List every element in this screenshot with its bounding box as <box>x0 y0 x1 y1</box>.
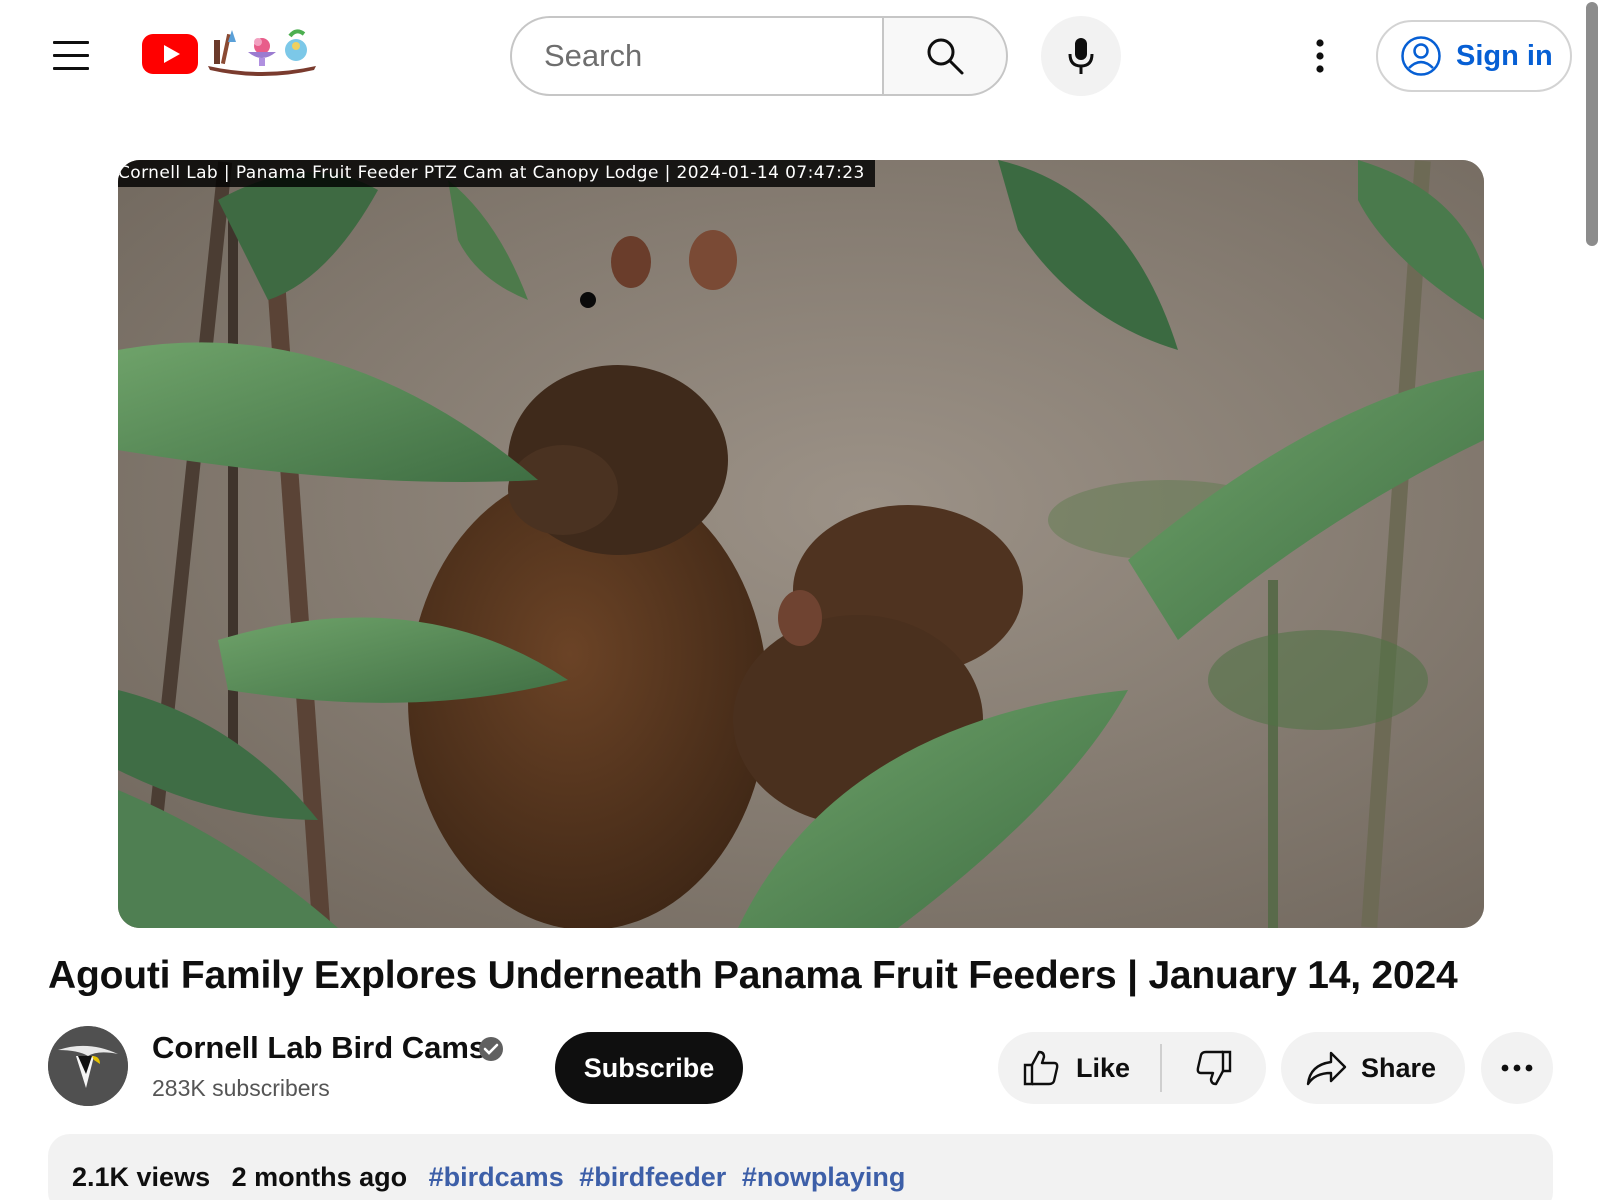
voice-search-button[interactable] <box>1041 16 1121 96</box>
thumbs-down-icon <box>1196 1050 1232 1086</box>
channel-name[interactable]: Cornell Lab Bird Cams <box>152 1030 486 1066</box>
thumbs-up-icon <box>1023 1050 1059 1086</box>
like-dislike-group: Like <box>998 1032 1266 1104</box>
hashtag-link[interactable]: #birdcams <box>429 1162 564 1192</box>
hashtag-link[interactable]: #nowplaying <box>742 1162 906 1192</box>
channel-avatar[interactable] <box>48 1026 128 1106</box>
sign-in-button[interactable]: Sign in <box>1376 20 1572 92</box>
mic-icon <box>1068 38 1094 74</box>
search-button[interactable] <box>882 16 1008 96</box>
masthead: Search Sign in <box>0 0 1572 112</box>
description-box[interactable]: 2.1K views 2 months ago #birdcams #birdf… <box>48 1134 1553 1200</box>
scrollbar[interactable] <box>1582 0 1600 1200</box>
video-frame-agouti-family <box>118 160 1484 928</box>
scrollbar-thumb[interactable] <box>1586 2 1598 246</box>
more-horiz-icon <box>1501 1064 1533 1072</box>
verified-icon <box>479 1037 503 1061</box>
doodle-logo-icon <box>208 29 316 76</box>
menu-icon[interactable] <box>40 24 102 86</box>
video-title: Agouti Family Explores Underneath Panama… <box>48 954 1458 997</box>
channel-logo-icon <box>48 1026 128 1106</box>
sign-in-label: Sign in <box>1456 39 1553 72</box>
search-input[interactable]: Search <box>510 16 882 96</box>
share-icon <box>1306 1051 1347 1086</box>
like-button[interactable]: Like <box>998 1032 1160 1104</box>
more-options-button[interactable] <box>1296 32 1344 80</box>
search-placeholder: Search <box>544 38 643 73</box>
like-label: Like <box>1076 1052 1131 1083</box>
upload-age: 2 months ago <box>231 1162 408 1192</box>
view-count: 2.1K views <box>72 1162 211 1192</box>
dislike-button[interactable] <box>1162 1032 1266 1104</box>
subscriber-count: 283K subscribers <box>152 1075 330 1101</box>
hashtag-link[interactable]: #birdfeeder <box>579 1162 726 1192</box>
camera-overlay-text: Cornell Lab | Panama Fruit Feeder PTZ Ca… <box>118 160 875 187</box>
more-vert-icon <box>1316 39 1324 73</box>
subscribe-button[interactable]: Subscribe <box>555 1032 743 1104</box>
youtube-logo[interactable] <box>142 22 322 78</box>
account-icon <box>1401 36 1441 76</box>
share-label: Share <box>1361 1052 1437 1083</box>
share-button[interactable]: Share <box>1281 1032 1465 1104</box>
video-player[interactable]: Cornell Lab | Panama Fruit Feeder PTZ Ca… <box>118 160 1484 928</box>
more-actions-button[interactable] <box>1481 1032 1553 1104</box>
youtube-play-icon <box>142 34 198 74</box>
search-icon <box>927 38 964 75</box>
